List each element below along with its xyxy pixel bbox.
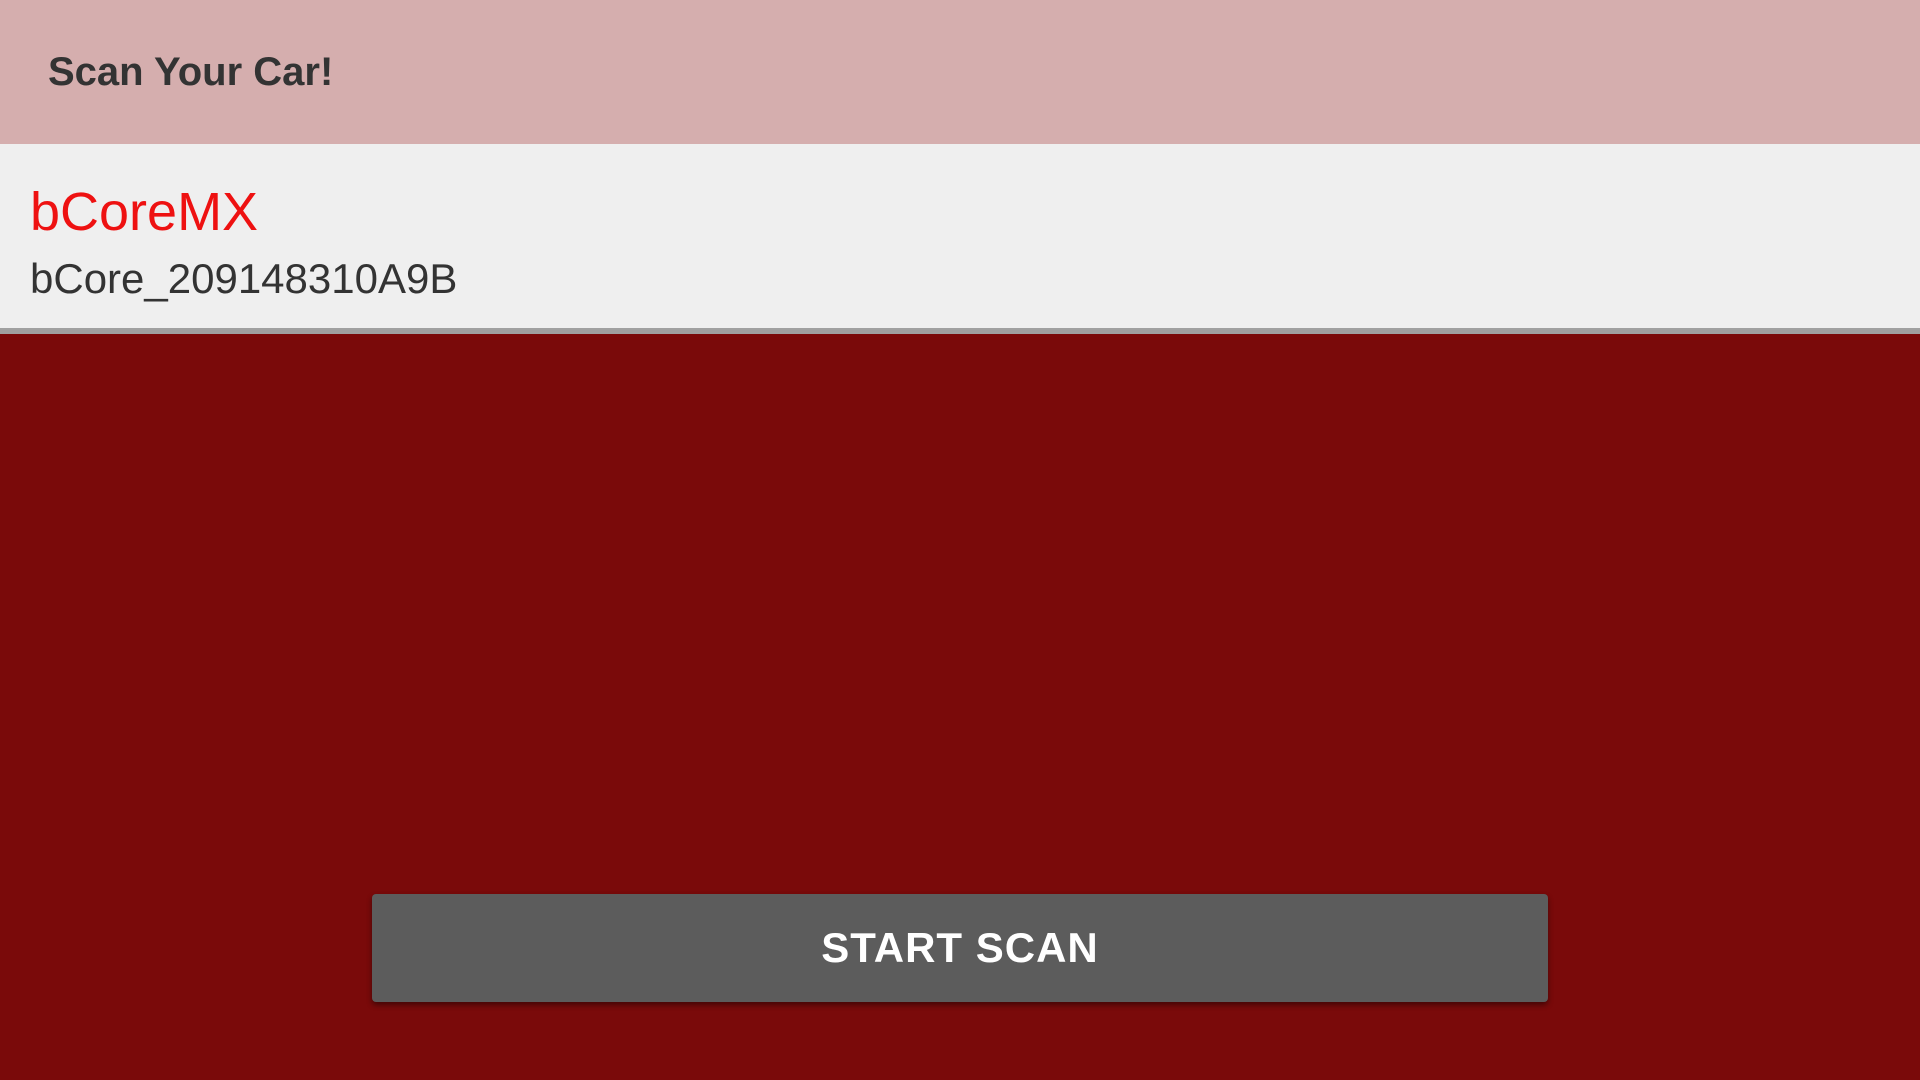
device-name: bCoreMX <box>30 182 259 242</box>
device-list-item[interactable]: bCoreMX bCore_209148310A9B <box>0 144 1920 334</box>
device-list: bCoreMX bCore_209148310A9B <box>0 144 1920 334</box>
device-id: bCore_209148310A9B <box>30 255 458 302</box>
start-scan-button[interactable]: START SCAN <box>372 894 1548 1002</box>
app-screen: Scan Your Car! bCoreMX bCore_209148310A9… <box>0 0 1920 1080</box>
app-bar: Scan Your Car! <box>0 0 1920 144</box>
app-title: Scan Your Car! <box>48 50 334 94</box>
